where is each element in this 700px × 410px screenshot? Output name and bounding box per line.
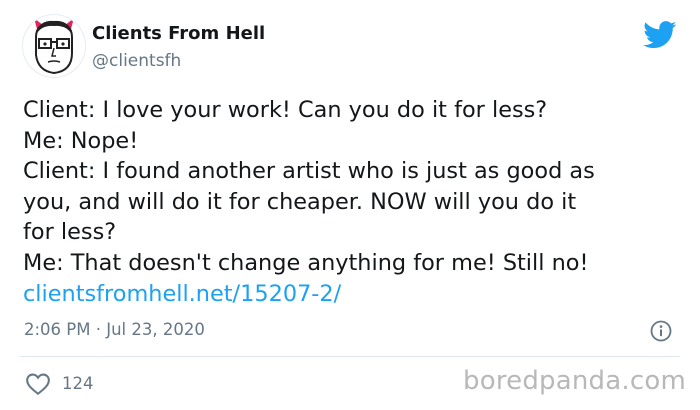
tweet-line: Me: Nope! [23, 127, 139, 154]
twitter-bird-icon[interactable] [643, 21, 677, 49]
tweet-line: Client: I found another artist who is ju… [23, 158, 595, 185]
tweet-line: Me: That doesn't change anything for me!… [23, 249, 589, 276]
info-icon[interactable] [650, 320, 672, 342]
heart-icon[interactable] [25, 372, 51, 396]
tweet-line: you, and will do it for cheaper. NOW wil… [23, 188, 577, 215]
like-count: 124 [62, 374, 94, 393]
watermark: boredpanda.com [463, 366, 686, 396]
tweet-line: for less? [23, 219, 117, 246]
divider [20, 356, 680, 357]
avatar-devil-face-image [34, 18, 74, 75]
tweet-link[interactable]: clientsfromhell.net/15207-2/ [23, 281, 341, 307]
tweet-body: Client: I love your work! Can you do it … [23, 95, 683, 309]
avatar[interactable] [22, 14, 86, 78]
author-handle[interactable]: @clientsfh [92, 51, 181, 71]
author-display-name[interactable]: Clients From Hell [92, 23, 265, 44]
tweet-timestamp[interactable]: 2:06 PM · Jul 23, 2020 [24, 320, 205, 339]
tweet-line: Client: I love your work! Can you do it … [23, 97, 548, 123]
